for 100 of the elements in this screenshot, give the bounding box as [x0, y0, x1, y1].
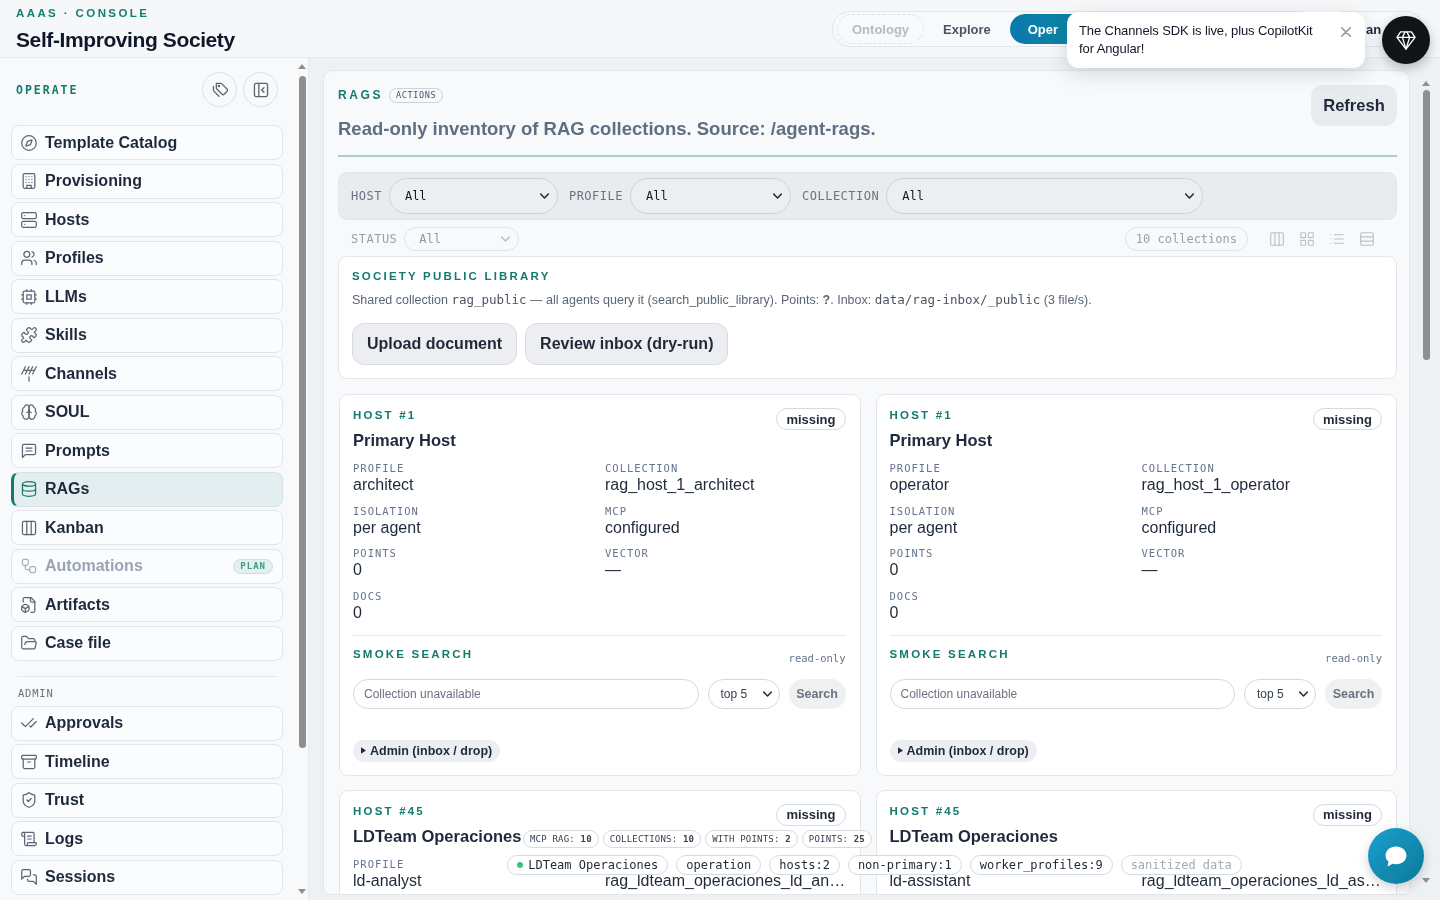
library-action-button[interactable]: Upload document [352, 323, 518, 365]
columns-icon [21, 519, 37, 536]
building-icon [21, 173, 37, 189]
filter-label: PROFILE [568, 189, 623, 203]
chevron-icon [1185, 193, 1195, 199]
linked-squares-icon [21, 558, 37, 574]
host-number: HOST #1 [889, 408, 953, 422]
scrollbar-thumb[interactable] [298, 76, 306, 748]
field-value: 0 [889, 602, 899, 622]
tag-icon [211, 81, 228, 98]
plan-badge: PLAN [233, 558, 273, 574]
grid-view-icon[interactable] [1300, 232, 1314, 246]
collapse-sidebar-button[interactable] [243, 72, 278, 107]
sidebar-item[interactable]: Sessions [11, 859, 283, 895]
field-value: 0 [353, 560, 362, 579]
sidebar-item[interactable]: Timeline [11, 744, 283, 779]
tag-chip: LDTeam Operaciones [507, 855, 669, 875]
status-badge: missing [1312, 803, 1382, 826]
filter-select[interactable]: All [388, 178, 558, 214]
filter-label: HOST [351, 189, 382, 203]
sidebar-item[interactable]: RAGs [11, 471, 283, 507]
scroll-up-icon[interactable] [1422, 81, 1430, 86]
stat-chip: COLLECTIONS: 10 [602, 830, 702, 848]
field-value: per agent [353, 517, 421, 537]
sidebar-item[interactable]: Prompts [11, 433, 283, 468]
field-label: ISOLATION [353, 504, 419, 518]
scroll-up-icon[interactable] [298, 64, 306, 69]
scroll-down-icon[interactable] [1422, 878, 1430, 883]
compass-icon [21, 134, 37, 151]
double-check-icon [21, 715, 37, 731]
section-label: ADMIN [18, 685, 55, 700]
search-field[interactable]: Collection unavailable [889, 678, 1235, 709]
filter-label: COLLECTION [802, 189, 880, 203]
close-icon[interactable] [1341, 27, 1351, 37]
host-number: HOST #45 [353, 803, 425, 818]
tags-button[interactable] [202, 72, 237, 107]
scroll-down-icon[interactable] [298, 889, 306, 894]
field-label: ISOLATION [889, 504, 956, 518]
nav-tab[interactable]: Explore [928, 14, 1006, 44]
sidebar-item[interactable]: Case file [11, 625, 283, 661]
chip-icon [21, 288, 37, 305]
field-value: 0 [889, 560, 899, 579]
chevron-icon [1299, 690, 1308, 697]
status-dot-icon [517, 862, 524, 868]
sidebar-item[interactable]: Profiles [11, 240, 283, 276]
host-number: HOST #1 [353, 408, 417, 422]
antenna-icon [21, 365, 37, 382]
page-eyebrow: RAGS [338, 88, 384, 102]
message-lines-icon [21, 442, 37, 459]
library-action-button[interactable]: Review inbox (dry-run) [525, 323, 729, 365]
puzzle-icon [21, 327, 37, 343]
diamond-icon [1396, 30, 1416, 50]
sidebar-item[interactable]: Kanban [11, 510, 283, 545]
chevron-icon [501, 236, 511, 242]
table-view-icon[interactable] [1360, 232, 1374, 246]
sidebar-item[interactable]: Trust [11, 782, 283, 818]
search-button[interactable]: Search [788, 678, 846, 709]
sidebar-item[interactable]: Provisioning [11, 163, 283, 199]
section-label: OPERATE [16, 82, 80, 97]
status-badge: missing [776, 803, 846, 826]
sidebar-item[interactable]: Artifacts [11, 587, 283, 622]
chat-bubble-icon [1385, 845, 1407, 867]
sidebar-item[interactable]: Hosts [11, 202, 283, 237]
filter-select[interactable]: All [630, 178, 791, 214]
scrollbar-thumb[interactable] [1422, 90, 1430, 360]
sidebar-item[interactable]: LLMs [11, 279, 283, 314]
field-label: DOCS [353, 589, 383, 603]
search-field[interactable]: Collection unavailable [353, 678, 699, 709]
field-label: MCP [605, 504, 627, 518]
users-icon [21, 250, 37, 266]
columns-view-icon[interactable] [1270, 232, 1284, 246]
field-label: COLLECTION [1141, 462, 1215, 475]
field-value: rag_host_1_architect [605, 475, 755, 494]
filter-select[interactable]: All [886, 178, 1204, 214]
page-subtitle: Read-only inventory of RAG collections. Source: /agent-rags. [338, 118, 876, 140]
field-value: 0 [353, 602, 362, 622]
sidebar-item[interactable]: Approvals [11, 705, 283, 741]
field-label: MCP [1141, 504, 1164, 518]
sidebar-item[interactable]: SOUL [11, 394, 283, 430]
sidebar-item[interactable]: Template Catalog [11, 125, 283, 160]
folder-icon [21, 635, 37, 651]
shield-check-icon [21, 792, 37, 808]
archive-box-icon [21, 753, 37, 770]
admin-disclosure[interactable]: Admin (inbox / drop) [889, 739, 1037, 762]
admin-disclosure[interactable]: Admin (inbox / drop) [353, 739, 501, 762]
sidebar-item[interactable]: Skills [11, 317, 283, 353]
field-value: configured [1141, 517, 1217, 537]
sidebar-item[interactable]: Channels [11, 356, 283, 391]
database-icon [21, 481, 37, 497]
search-button[interactable]: Search [1325, 678, 1382, 709]
sidebar-item[interactable]: Logs [11, 821, 283, 856]
tag-chip: non-primary:1 [847, 855, 962, 875]
stat-chip: MCP RAG: 10 [523, 830, 599, 848]
refresh-button[interactable]: Refresh [1311, 85, 1397, 126]
host-name: LDTeam Operaciones [889, 825, 1058, 846]
stat-chip: POINTS: 25 [801, 830, 872, 848]
field-value: configured [605, 517, 680, 537]
field-label: POINTS [353, 547, 397, 560]
tag-chip: worker_profiles:9 [969, 855, 1113, 875]
host-name: LDTeam Operaciones [353, 825, 522, 846]
